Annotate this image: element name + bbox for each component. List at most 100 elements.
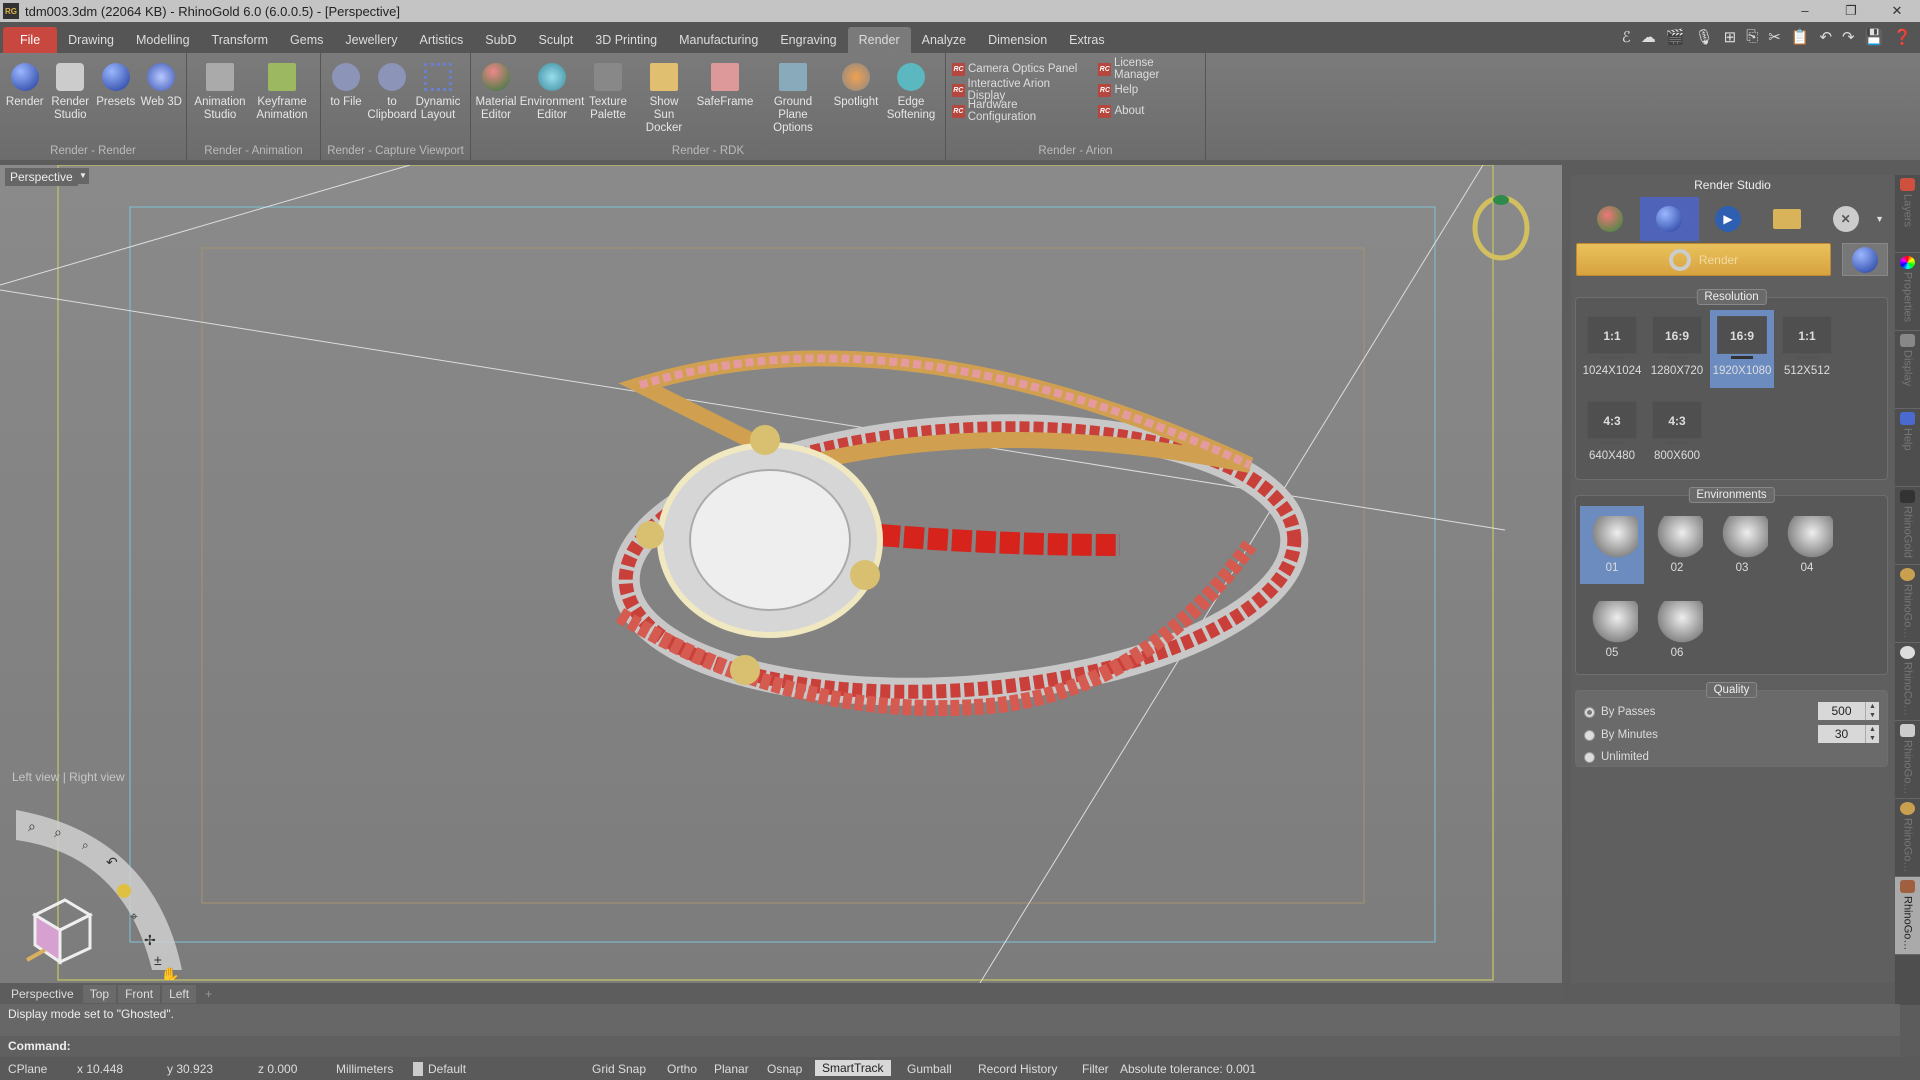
viewport-menu-dropdown[interactable]: ▼ xyxy=(77,168,89,184)
tab-file[interactable]: File xyxy=(3,27,58,53)
edit-curve-icon[interactable]: ℰ xyxy=(1622,28,1631,46)
record-history-toggle[interactable]: Record History xyxy=(978,1062,1057,1076)
animation-tab[interactable]: ▶ xyxy=(1699,197,1758,241)
resolution-512x512[interactable]: 1:1 512X512 xyxy=(1775,310,1839,388)
maximize-button[interactable]: ❐ xyxy=(1828,0,1874,22)
side-tab-properties[interactable]: Properties xyxy=(1895,253,1920,331)
zoom-extents-icon[interactable]: ⌕ xyxy=(28,818,36,834)
tab-drawing[interactable]: Drawing xyxy=(57,27,125,53)
smarttrack-toggle[interactable]: SmartTrack xyxy=(815,1060,891,1076)
hardware-configuration-link[interactable]: RC Hardware Configuration xyxy=(952,99,1086,123)
target-icon[interactable]: ⌖ xyxy=(130,908,138,924)
viewport-label[interactable]: Perspective xyxy=(5,168,78,186)
zoom-window-icon[interactable]: ⌕ xyxy=(54,824,62,840)
zoom-in-out-icon[interactable]: ± xyxy=(154,952,162,968)
environment-02[interactable]: 02 xyxy=(1645,506,1709,584)
render-button[interactable]: Render xyxy=(1576,243,1831,276)
side-tab-rhinogo-1[interactable]: RhinoGo… xyxy=(1895,565,1920,643)
close-tab[interactable]: ✕ xyxy=(1816,197,1875,241)
tab-extras[interactable]: Extras xyxy=(1058,27,1115,53)
tab-dimension[interactable]: Dimension xyxy=(977,27,1058,53)
render-tab[interactable] xyxy=(1639,197,1699,241)
resolution-1920x1080[interactable]: 16:9 1920X1080 xyxy=(1710,310,1774,388)
paste-icon[interactable]: 📋 xyxy=(1791,28,1810,46)
tab-manufacturing[interactable]: Manufacturing xyxy=(668,27,769,53)
viewport-tab-perspective[interactable]: Perspective xyxy=(4,985,81,1003)
cplane-label[interactable]: CPlane xyxy=(8,1062,47,1076)
interactive-arion-display-link[interactable]: RC Interactive Arion Display xyxy=(952,78,1086,102)
close-button[interactable]: ✕ xyxy=(1874,0,1920,22)
side-tab-layers[interactable]: Layers xyxy=(1895,175,1920,253)
resolution-800x600[interactable]: 4:3 800X600 xyxy=(1645,395,1709,473)
minimize-button[interactable]: – xyxy=(1782,0,1828,22)
cut-icon[interactable]: ✂ xyxy=(1768,28,1781,46)
tab-artistics[interactable]: Artistics xyxy=(408,27,474,53)
help-link[interactable]: RC Help xyxy=(1098,82,1199,98)
viewport-tab-top[interactable]: Top xyxy=(82,984,117,1003)
minutes-input[interactable]: 30 xyxy=(1818,725,1865,743)
microphone-icon[interactable]: 🎙 xyxy=(1695,28,1714,46)
open-folder-tab[interactable] xyxy=(1757,197,1816,241)
tab-engraving[interactable]: Engraving xyxy=(769,27,847,53)
add-viewport-button[interactable]: + xyxy=(198,985,219,1003)
render-settings-button[interactable] xyxy=(1842,243,1888,276)
undo-icon[interactable]: ↶ xyxy=(1819,28,1832,46)
command-line[interactable]: Command: xyxy=(0,1036,1900,1057)
by-minutes-radio[interactable]: By Minutes xyxy=(1584,729,1658,741)
tab-3d-printing[interactable]: 3D Printing xyxy=(584,27,668,53)
tab-jewellery[interactable]: Jewellery xyxy=(334,27,408,53)
clapperboard-icon[interactable]: 🎬 xyxy=(1666,28,1685,46)
panel-menu-chevron-icon[interactable]: ▼ xyxy=(1875,214,1884,224)
stepper-arrows-icon[interactable]: ▲ ▼ xyxy=(1865,725,1879,743)
passes-stepper[interactable]: 500 ▲ ▼ xyxy=(1818,702,1879,720)
zoom-add-icon[interactable]: ⊞ xyxy=(1724,28,1737,46)
tab-render[interactable]: Render xyxy=(847,27,911,53)
viewport-tab-front[interactable]: Front xyxy=(118,984,161,1003)
cloud-icon[interactable]: ☁ xyxy=(1641,28,1656,46)
side-tab-display[interactable]: Display xyxy=(1895,331,1920,409)
zoom-selected-icon[interactable] xyxy=(117,884,131,898)
tab-modelling[interactable]: Modelling xyxy=(125,27,201,53)
tab-subd[interactable]: SubD xyxy=(474,27,527,53)
passes-input[interactable]: 500 xyxy=(1818,702,1865,720)
planar-toggle[interactable]: Planar xyxy=(714,1062,749,1076)
perspective-viewport[interactable]: Perspective ▼ Left view | Right view ⌕ ⌕… xyxy=(0,165,1562,983)
environment-06[interactable]: 06 xyxy=(1645,591,1709,669)
environment-04[interactable]: 04 xyxy=(1775,506,1839,584)
side-tab-rhinogold[interactable]: RhinoGold xyxy=(1895,487,1920,565)
ortho-toggle[interactable]: Ortho xyxy=(667,1062,697,1076)
resolution-1280x720[interactable]: 16:9 1280X720 xyxy=(1645,310,1709,388)
view-cube-icon[interactable] xyxy=(25,890,105,970)
viewport-tab-left[interactable]: Left xyxy=(162,984,197,1003)
environment-05[interactable]: 05 xyxy=(1580,591,1644,669)
gumball-toggle[interactable]: Gumball xyxy=(907,1062,952,1076)
copy-icon[interactable]: ⎘ xyxy=(1746,28,1758,46)
save-icon[interactable]: 💾 xyxy=(1865,28,1884,46)
tab-gems[interactable]: Gems xyxy=(279,27,334,53)
about-link[interactable]: RC About xyxy=(1098,103,1199,119)
tab-analyze[interactable]: Analyze xyxy=(911,27,977,53)
layer-label[interactable]: Default xyxy=(428,1062,466,1076)
unlimited-radio[interactable]: Unlimited xyxy=(1584,751,1649,763)
tab-sculpt[interactable]: Sculpt xyxy=(528,27,585,53)
grid-snap-toggle[interactable]: Grid Snap xyxy=(592,1062,646,1076)
license-manager-link[interactable]: RC License Manager xyxy=(1098,57,1199,81)
side-tab-rhinogo-2[interactable]: RhinoGo… xyxy=(1895,721,1920,799)
by-passes-radio[interactable]: By Passes xyxy=(1584,706,1655,718)
redo-icon[interactable]: ↷ xyxy=(1842,28,1855,46)
resolution-1024x1024[interactable]: 1:1 1024X1024 xyxy=(1580,310,1644,388)
tab-transform[interactable]: Transform xyxy=(201,27,280,53)
help-icon[interactable]: ❓ xyxy=(1893,28,1912,46)
materials-tab[interactable] xyxy=(1581,197,1640,241)
side-tab-rhinoco[interactable]: RhinoCo… xyxy=(1895,643,1920,721)
environment-03[interactable]: 03 xyxy=(1710,506,1774,584)
stepper-arrows-icon[interactable]: ▲ ▼ xyxy=(1865,702,1879,720)
filter-toggle[interactable]: Filter xyxy=(1082,1062,1109,1076)
camera-optics-panel-link[interactable]: RC Camera Optics Panel xyxy=(952,61,1086,77)
side-tab-help[interactable]: Help xyxy=(1895,409,1920,487)
rotate-icon[interactable]: ✢ xyxy=(144,932,156,948)
environment-01[interactable]: 01 xyxy=(1580,506,1644,584)
minutes-stepper[interactable]: 30 ▲ ▼ xyxy=(1818,725,1879,743)
zoom-1-1-icon[interactable]: ⌕ xyxy=(82,838,89,852)
pan-hand-icon[interactable]: ✋ xyxy=(160,966,180,980)
